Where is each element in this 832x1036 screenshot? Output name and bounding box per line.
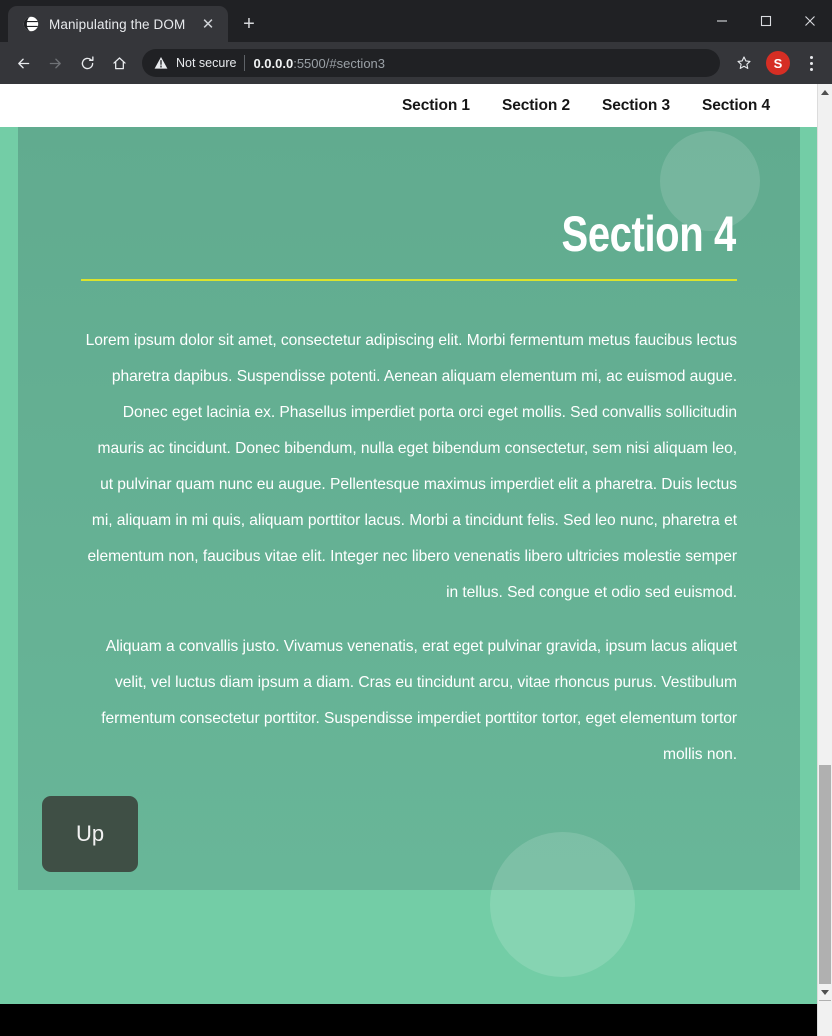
nav-link-section-2[interactable]: Section 2 bbox=[486, 97, 586, 115]
globe-icon bbox=[22, 16, 39, 33]
page-viewport: Section 1 Section 2 Section 3 Section 4 … bbox=[0, 84, 832, 1004]
omnibox-divider bbox=[244, 55, 246, 71]
tab-title: Manipulating the DOM bbox=[49, 16, 186, 32]
arrow-back-icon[interactable] bbox=[8, 48, 38, 78]
url-path: :5500/#section3 bbox=[293, 55, 386, 71]
browser-tab[interactable]: Manipulating the DOM ✕ bbox=[8, 6, 228, 42]
section-body: Lorem ipsum dolor sit amet, consectetur … bbox=[81, 323, 737, 791]
window-controls bbox=[700, 0, 832, 42]
maximize-icon[interactable] bbox=[744, 0, 788, 42]
page-title: Section 4 bbox=[561, 206, 737, 262]
security-status-label: Not secure bbox=[176, 56, 237, 70]
section-4-panel: Section 4 Lorem ipsum dolor sit amet, co… bbox=[18, 127, 800, 977]
star-icon[interactable] bbox=[730, 49, 758, 77]
paragraph-2: Aliquam a convallis justo. Vivamus venen… bbox=[101, 638, 737, 763]
browser-toolbar: Not secure 0.0.0.0:5500/#section3 S bbox=[0, 42, 832, 84]
page-stage: Section 4 Lorem ipsum dolor sit amet, co… bbox=[0, 127, 832, 1004]
address-bar[interactable]: Not secure 0.0.0.0:5500/#section3 bbox=[142, 49, 720, 77]
scroll-down-arrow-icon[interactable] bbox=[818, 984, 832, 1000]
nav-link-section-4[interactable]: Section 4 bbox=[686, 97, 786, 115]
kebab-menu-icon[interactable] bbox=[798, 49, 824, 77]
url-host: 0.0.0.0 bbox=[253, 55, 294, 71]
up-button[interactable]: Up bbox=[42, 796, 138, 872]
reload-icon[interactable] bbox=[72, 48, 102, 78]
scroll-up-arrow-icon[interactable] bbox=[818, 84, 832, 100]
arrow-forward-icon[interactable] bbox=[40, 48, 70, 78]
browser-window: Manipulating the DOM ✕ + Not secure 0.0.… bbox=[0, 0, 832, 1036]
tab-strip: Manipulating the DOM ✕ + bbox=[0, 0, 832, 42]
nav-link-section-3[interactable]: Section 3 bbox=[586, 97, 686, 115]
warning-triangle-icon bbox=[154, 56, 168, 70]
plus-icon[interactable]: + bbox=[234, 9, 264, 39]
site-navigation: Section 1 Section 2 Section 3 Section 4 bbox=[0, 84, 832, 127]
minimize-icon[interactable] bbox=[700, 0, 744, 42]
close-icon[interactable]: ✕ bbox=[198, 14, 218, 34]
url-text: 0.0.0.0:5500/#section3 bbox=[253, 56, 385, 71]
paragraph-1: Lorem ipsum dolor sit amet, consectetur … bbox=[85, 332, 737, 601]
decorative-circle-bottom bbox=[490, 832, 635, 977]
home-icon[interactable] bbox=[104, 48, 134, 78]
title-underline-rule bbox=[81, 279, 737, 281]
vertical-scrollbar[interactable] bbox=[817, 84, 832, 1036]
avatar[interactable]: S bbox=[766, 51, 790, 75]
scrollbar-thumb[interactable] bbox=[819, 765, 831, 1001]
window-close-icon[interactable] bbox=[788, 0, 832, 42]
nav-link-section-1[interactable]: Section 1 bbox=[386, 97, 486, 115]
